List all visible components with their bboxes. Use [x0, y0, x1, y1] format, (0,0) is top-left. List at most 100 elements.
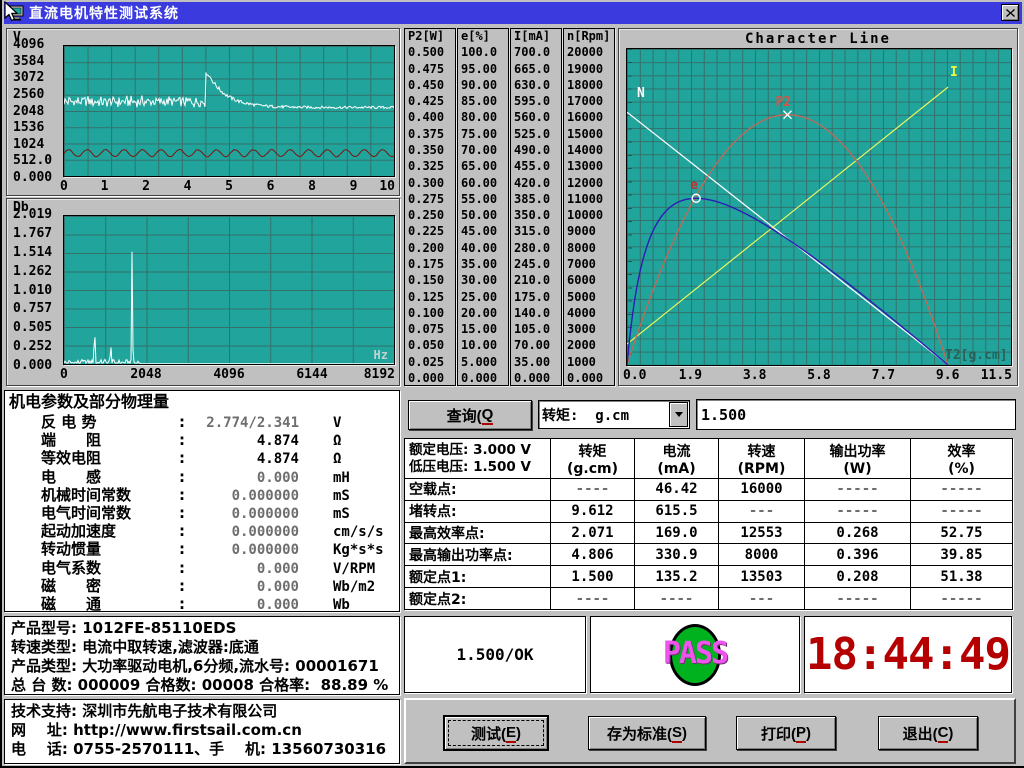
- param-unit: mS: [333, 506, 350, 522]
- axis-scale-value: 420.0: [514, 177, 558, 189]
- param-unit: mH: [333, 470, 350, 486]
- axis-scale-value: 0.475: [408, 63, 452, 75]
- axis-scale-value: 25.00: [461, 291, 505, 303]
- axis-column-e[%]: e[%]100.095.0090.0085.0080.0075.0070.006…: [457, 28, 509, 386]
- axis-scale-value: 560.0: [514, 111, 558, 123]
- param-colon: :: [179, 468, 191, 486]
- param-unit: V/RPM: [333, 561, 375, 577]
- axis-scale-value: 490.0: [514, 144, 558, 156]
- row-label: 堵转点:: [405, 500, 551, 522]
- table-cell: 135.2: [635, 566, 719, 588]
- exit-button[interactable]: 退出(C): [878, 716, 978, 750]
- param-row: 转动惯量:0.000000Kg*s*s: [9, 538, 395, 556]
- param-value: 0.000000: [191, 542, 299, 558]
- axis-scale-value: 40.00: [461, 242, 505, 254]
- param-value: 2.774/2.341: [191, 415, 299, 431]
- character-curves: [627, 49, 1011, 365]
- param-unit: Wb/m2: [333, 579, 375, 595]
- axis-scale-value: 17000: [567, 95, 611, 107]
- spectrum-x-axis: 02048409661448192: [63, 367, 395, 383]
- axis-scale-value: 90.00: [461, 79, 505, 91]
- x-tick-label: 5: [225, 179, 233, 194]
- test-button[interactable]: 测试(E): [444, 716, 548, 750]
- window-title: 直流电机特性测试系统: [29, 3, 179, 23]
- param-row: 起动加速度:0.000000cm/s/s: [9, 520, 395, 538]
- axis-scale-value: 7000: [567, 258, 611, 270]
- param-row: 电 感:0.000mH: [9, 466, 395, 484]
- dropdown-arrow-button[interactable]: [669, 402, 688, 427]
- axis-scale-value: 0.200: [408, 242, 452, 254]
- query-value-input[interactable]: [696, 399, 1016, 430]
- table-cell: ---: [719, 588, 805, 610]
- x-tick-label: 5.8: [807, 368, 830, 383]
- axis-scale-value: 18000: [567, 79, 611, 91]
- results-table: 额定电压: 3.000 V 低压电压: 1.500 V 转矩(g.cm)电流(m…: [404, 438, 1013, 610]
- axis-scale-value: 525.0: [514, 128, 558, 140]
- print-button[interactable]: 打印(P): [736, 716, 836, 750]
- table-cell: 169.0: [635, 522, 719, 544]
- axis-column-P2[W]: P2[W]0.5000.4750.4500.4250.4000.3750.350…: [404, 28, 456, 386]
- character-line-plot: NIP2eT2[g.cm]: [626, 48, 1012, 366]
- table-cell: -----: [805, 479, 911, 501]
- table-cell: -----: [911, 588, 1013, 610]
- table-cell: ---: [719, 500, 805, 522]
- axis-column-header: I[mA]: [514, 30, 558, 42]
- axis-scale-value: 95.00: [461, 63, 505, 75]
- params-rows: 反 电 势:2.774/2.341V端 阻:4.874Ω等效电阻:4.874Ω电…: [9, 411, 395, 611]
- axis-scale-value: 4000: [567, 307, 611, 319]
- param-row: 电气时间常数:0.000000mS: [9, 502, 395, 520]
- axis-scale-value: 0.350: [408, 144, 452, 156]
- axis-scale-value: 3000: [567, 323, 611, 335]
- action-button-bar: 测试(E) 存为标准(S) 打印(P) 退出(C): [404, 698, 1016, 764]
- param-row: 磁 通:0.000Wb: [9, 593, 395, 611]
- table-column-header: 电流(mA): [635, 439, 719, 479]
- save-standard-button[interactable]: 存为标准(S): [588, 716, 706, 750]
- table-row: 额定点2:---------------------: [405, 588, 1013, 610]
- param-colon: :: [179, 522, 191, 540]
- table-cell: 330.9: [635, 544, 719, 566]
- spectrum-y-axis: 2.0191.7671.5141.2621.0100.7570.5050.252…: [13, 208, 61, 372]
- axis-scale-value: 175.0: [514, 291, 558, 303]
- table-cell: 52.75: [911, 522, 1013, 544]
- param-value: 0.000: [191, 561, 299, 577]
- table-row: 最高输出功率点:4.806330.980000.39639.85: [405, 544, 1013, 566]
- axis-scale-value: 12000: [567, 177, 611, 189]
- titlebar: 直流电机特性测试系统: [4, 2, 1022, 24]
- axis-scale-value: 595.0: [514, 95, 558, 107]
- param-colon: :: [179, 595, 191, 613]
- param-colon: :: [179, 540, 191, 558]
- row-label: 额定点2:: [405, 588, 551, 610]
- y-tick-label: 512.0: [13, 154, 61, 167]
- axis-scale-value: 100.0: [461, 46, 505, 58]
- y-tick-label: 1024: [13, 138, 61, 151]
- y-tick-label: 3584: [13, 55, 61, 68]
- axis-scale-value: 0.000: [408, 372, 452, 384]
- y-tick-label: 3072: [13, 71, 61, 84]
- axis-scale-value: 14000: [567, 144, 611, 156]
- table-cell: 39.85: [911, 544, 1013, 566]
- low-voltage-label: 低压电压: 1.500 V: [409, 459, 546, 476]
- axis-scale-value: 245.0: [514, 258, 558, 270]
- axis-scale-value: 700.0: [514, 46, 558, 58]
- axis-column-header: e[%]: [461, 30, 505, 42]
- param-unit: Ω: [333, 451, 341, 467]
- param-row: 端 阻:4.874Ω: [9, 429, 395, 447]
- row-label: 最高输出功率点:: [405, 544, 551, 566]
- axis-scale-value: 385.0: [514, 193, 558, 205]
- chevron-down-icon: [675, 412, 683, 417]
- table-column-header: 效率(%): [911, 439, 1013, 479]
- y-tick-label: 0.505: [13, 321, 61, 334]
- param-row: 等效电阻:4.874Ω: [9, 447, 395, 465]
- axis-scale-value: 2000: [567, 339, 611, 351]
- torque-unit-dropdown[interactable]: 转矩: g.cm: [538, 400, 690, 429]
- y-tick-label: 2.019: [13, 208, 61, 221]
- table-cell: ----: [551, 479, 635, 501]
- axis-scale-value: 35.00: [461, 258, 505, 270]
- axis-scale-value: 350.0: [514, 209, 558, 221]
- x-tick-label: 0: [60, 179, 68, 194]
- param-colon: :: [179, 577, 191, 595]
- query-button[interactable]: 查询(Q: [408, 400, 532, 430]
- close-button[interactable]: [1001, 4, 1019, 21]
- x-tick-label: 3.8: [743, 368, 766, 383]
- axis-scale-value: 0.325: [408, 160, 452, 172]
